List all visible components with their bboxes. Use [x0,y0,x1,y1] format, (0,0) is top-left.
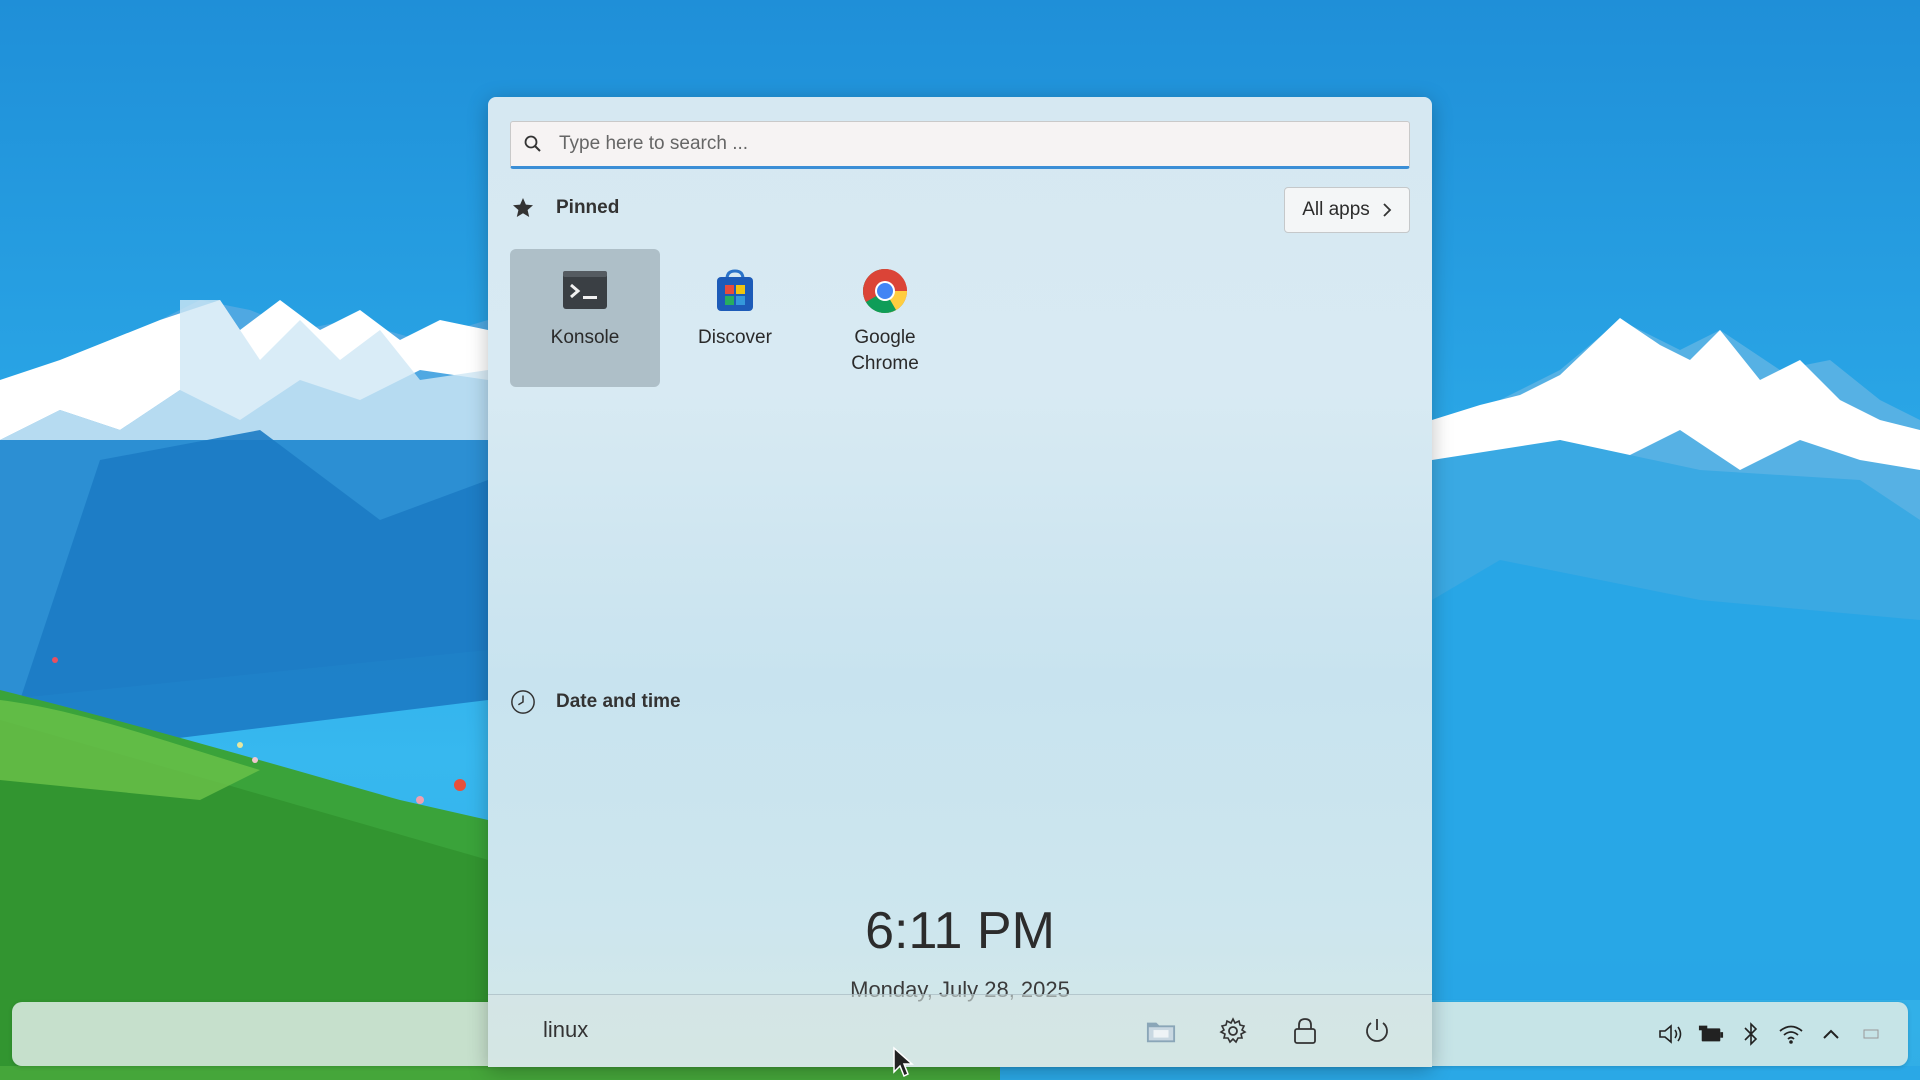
google-chrome-icon [863,269,907,313]
app-label: Konsole [550,327,620,348]
konsole-icon [563,271,607,309]
mouse-cursor-icon [893,1046,914,1078]
search-input[interactable] [557,132,1381,156]
power-button[interactable] [1362,1016,1392,1046]
launcher-footer: linux [488,994,1432,1067]
session-actions [1146,995,1392,1067]
settings-icon [1219,1017,1247,1044]
date-time-label: Date and time [556,691,681,712]
chevron-right-icon [1383,203,1392,217]
star-icon [510,195,536,221]
settings-button[interactable] [1218,1016,1248,1046]
lock-button[interactable] [1290,1016,1320,1046]
desktop-icon[interactable] [1858,1021,1884,1047]
app-discover[interactable]: Discover [660,249,810,387]
volume-icon[interactable] [1658,1021,1684,1047]
application-launcher: Pinned All apps Konsole [488,97,1432,1067]
system-tray [1658,1002,1884,1066]
all-apps-button[interactable]: All apps [1284,187,1410,233]
clock-time: 6:11 PM [865,902,1055,960]
discover-icon [717,269,753,311]
app-konsole[interactable]: Konsole [510,249,660,387]
user-name[interactable]: linux [543,1017,588,1043]
desktop: Pinned All apps Konsole [0,0,1920,1080]
pinned-apps: Konsole Discover Google Chrome [510,249,960,387]
bluetooth-icon[interactable] [1738,1021,1764,1047]
wifi-icon[interactable] [1778,1021,1804,1047]
file-manager-icon [1146,1022,1176,1043]
clock-icon [510,689,536,715]
app-google-chrome[interactable]: Google Chrome [810,249,960,387]
battery-icon[interactable] [1698,1021,1724,1047]
date-time-header: Date and time [510,687,681,717]
lock-icon [1294,1018,1316,1044]
power-icon [1366,1019,1388,1042]
all-apps-label: All apps [1302,199,1370,220]
app-label: Google Chrome [851,327,919,374]
search-icon [524,135,541,152]
file-manager-button[interactable] [1146,1016,1176,1046]
search-box[interactable] [510,121,1410,169]
chevron-up-icon[interactable] [1818,1021,1844,1047]
pinned-header: Pinned [510,193,619,223]
pinned-label: Pinned [556,197,620,218]
app-label: Discover [698,327,772,348]
